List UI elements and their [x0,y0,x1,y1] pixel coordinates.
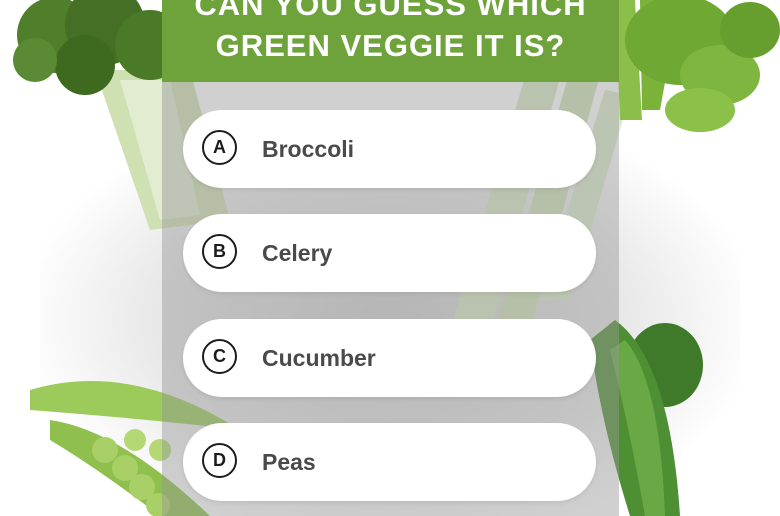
option-a[interactable]: A Broccoli [183,110,596,188]
option-b[interactable]: B Celery [183,214,596,292]
option-letter: C [202,339,237,374]
quiz-title-line-2: GREEN VEGGIE IT IS? [215,28,566,63]
option-label: Broccoli [262,136,355,162]
option-label: Peas [262,449,316,475]
option-c[interactable]: C Cucumber [183,319,596,397]
option-letter: D [202,443,237,478]
option-letter: B [202,234,237,269]
quiz-graphic: CAN YOU GUESS WHICH GREEN VEGGIE IT IS? … [0,0,780,516]
option-letter: A [202,130,237,165]
option-label: Cucumber [262,345,376,371]
quiz-title-line-1: CAN YOU GUESS WHICH [194,0,587,22]
option-d[interactable]: D Peas [183,423,596,501]
option-label: Celery [262,240,333,266]
